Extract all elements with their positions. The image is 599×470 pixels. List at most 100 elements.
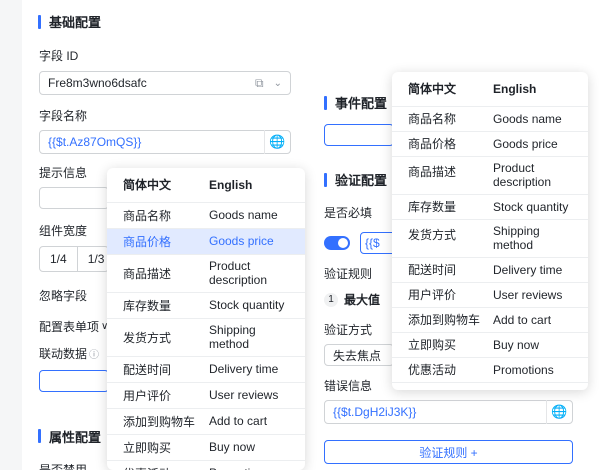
cell-chinese: 商品名称 [107, 202, 209, 229]
width-option-1-4[interactable]: 1/4 [40, 247, 78, 271]
field-name-value: {{$t.Az87OmQS}} [48, 135, 142, 149]
cell-english: Goods price [493, 131, 588, 157]
cell-english: Shipping method [209, 318, 305, 357]
cell-english: Promotions [209, 460, 305, 470]
required-label: 是否必填 [324, 206, 373, 220]
translation-table-left: 简体中文 English 商品名称 Goods name 商品价格 Goods pr… [107, 168, 305, 470]
add-rule-button-label: 验证规则 + [419, 445, 478, 460]
config-single-label: 配置表单项 [39, 320, 100, 334]
header-chinese: 简体中文 [107, 168, 209, 203]
accent-bar [38, 14, 41, 29]
table-row[interactable]: 商品名称 Goods name [107, 202, 305, 229]
linked-data-label: 联动数据 [39, 347, 88, 361]
table-row[interactable]: 发货方式 Shipping method [107, 318, 305, 357]
cell-english: Add to cart [493, 307, 588, 333]
cell-chinese: 商品名称 [392, 106, 493, 132]
rule-item[interactable]: 1 最大值 [324, 291, 380, 308]
table-row[interactable]: 配送时间 Delivery time [107, 356, 305, 383]
cell-chinese: 优惠活动 [107, 460, 209, 470]
method-label: 验证方式 [324, 323, 373, 337]
cell-english: Buy now [493, 332, 588, 358]
table-row[interactable]: 库存数量 Stock quantity [107, 292, 305, 319]
required-value-text: {{$ [365, 236, 380, 250]
table-row[interactable]: 用户评价 User reviews [392, 282, 588, 308]
event-config-input[interactable] [324, 124, 394, 146]
method-value: 失去焦点 [333, 348, 382, 363]
cell-english: Stock quantity [493, 194, 588, 220]
left-panel-strip [0, 0, 22, 470]
table-row[interactable]: 商品价格 Goods price [392, 131, 588, 157]
cell-english: User reviews [493, 282, 588, 308]
cell-english: Add to cart [209, 408, 305, 435]
info-icon[interactable]: ⓘ [89, 346, 99, 361]
rules-label: 验证规则 [324, 267, 373, 281]
width-option-1-3[interactable]: 1/3 [78, 247, 108, 271]
add-rule-button[interactable]: 验证规则 + [324, 440, 573, 464]
chevron-down-icon[interactable]: ⌄ [274, 78, 282, 89]
copy-icon[interactable]: ⧉ [255, 76, 264, 91]
cell-chinese: 用户评价 [107, 382, 209, 409]
globe-icon[interactable]: 🌐 [546, 400, 572, 424]
cell-chinese: 用户评价 [392, 282, 493, 308]
table-row[interactable]: 优惠活动Promotions [107, 460, 305, 470]
table-row[interactable]: 立即购买 Buy now [107, 434, 305, 461]
translation-popup-right: 简体中文 English 商品名称 Goods name 商品价格 Goods pr… [392, 72, 588, 390]
table-row[interactable]: 优惠活动Promotions [392, 357, 588, 383]
table-row[interactable]: 添加到购物车 Add to cart [392, 307, 588, 333]
field-name-label: 字段名称 [39, 109, 88, 123]
event-config-heading: 事件配置 [324, 93, 387, 112]
required-toggle[interactable] [324, 236, 350, 250]
hint-input[interactable] [39, 187, 109, 209]
cell-chinese: 发货方式 [107, 318, 209, 357]
width-label: 组件宽度 [39, 224, 88, 238]
cell-english: Goods name [493, 106, 588, 132]
cell-chinese: 发货方式 [392, 219, 493, 258]
attr-config-title: 属性配置 [49, 429, 102, 445]
table-row[interactable]: 商品描述 Product description [392, 156, 588, 195]
accent-bar [324, 172, 327, 187]
field-id-input[interactable]: Fre8m3wno6dsafc ⧉ ⌄ [39, 71, 291, 95]
cell-chinese: 商品描述 [107, 254, 209, 293]
cell-english: Goods price [209, 228, 305, 255]
cell-chinese: 库存数量 [392, 194, 493, 220]
table-row-selected[interactable]: 商品价格 Goods price [107, 228, 305, 255]
table-row[interactable]: 立即购买 Buy now [392, 332, 588, 358]
validation-config-title: 验证配置 [335, 173, 388, 188]
table-row[interactable]: 配送时间 Delivery time [392, 257, 588, 283]
width-segmented-control[interactable]: 1/4 1/3 [39, 246, 109, 272]
config-single-item[interactable]: 配置表单项 ∨ [39, 318, 108, 335]
table-header-row: 简体中文 English [107, 168, 305, 203]
cell-chinese: 立即购买 [107, 434, 209, 461]
cell-english: Shipping method [493, 219, 588, 258]
linked-data-input[interactable] [39, 370, 109, 392]
field-name-input[interactable]: {{$t.Az87OmQS}} 🌐 [39, 130, 291, 154]
method-select[interactable]: 失去焦点 [324, 344, 394, 366]
table-row[interactable]: 添加到购物车 Add to cart [107, 408, 305, 435]
ignore-field-label: 忽略字段 [39, 289, 88, 303]
cell-chinese: 商品价格 [107, 228, 209, 255]
cell-chinese: 商品价格 [392, 131, 493, 157]
cell-chinese: 配送时间 [392, 257, 493, 283]
cell-english: Buy now [209, 434, 305, 461]
table-row[interactable]: 用户评价 User reviews [107, 382, 305, 409]
cell-english: Delivery time [209, 356, 305, 383]
event-config-title: 事件配置 [335, 96, 388, 111]
linked-data-row: 联动数据 ⓘ [39, 345, 99, 362]
cell-english: Stock quantity [209, 292, 305, 319]
translation-popup-left: 简体中文 English 商品名称 Goods name 商品价格 Goods pr… [107, 168, 305, 470]
error-message-input[interactable]: {{$t.DgH2iJ3K}} 🌐 [324, 400, 573, 424]
header-english: English [209, 168, 305, 203]
table-row[interactable]: 发货方式 Shipping method [392, 219, 588, 258]
rule-name: 最大值 [344, 293, 381, 307]
table-row[interactable]: 库存数量 Stock quantity [392, 194, 588, 220]
table-row[interactable]: 商品名称 Goods name [392, 106, 588, 132]
field-id-value: Fre8m3wno6dsafc [48, 76, 147, 90]
globe-icon[interactable]: 🌐 [264, 130, 290, 154]
cell-chinese: 库存数量 [107, 292, 209, 319]
header-english: English [493, 72, 588, 107]
accent-bar [38, 429, 41, 443]
hint-label: 提示信息 [39, 166, 88, 180]
cell-english: Promotions [493, 357, 588, 383]
cell-chinese: 优惠活动 [392, 357, 493, 383]
table-row[interactable]: 商品描述 Product description [107, 254, 305, 293]
